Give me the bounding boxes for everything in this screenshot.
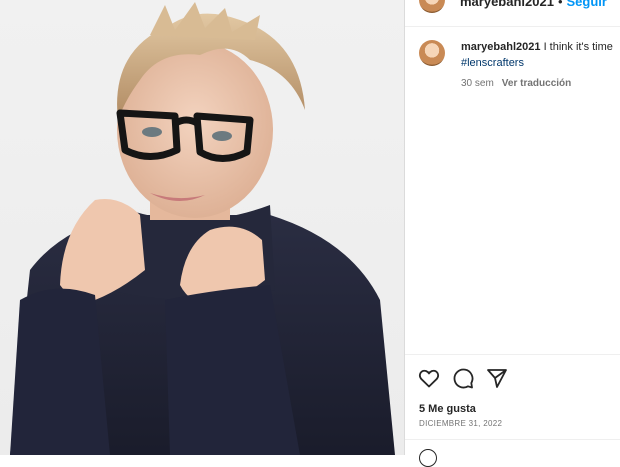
comment-text: I think it's time [543,41,613,53]
heart-icon[interactable] [417,366,441,390]
comment-line: maryebahl2021 I think it's time [461,41,620,53]
post-image[interactable] [0,0,404,455]
comment-age: 30 sem [461,78,494,89]
comment-box-divider [405,439,620,440]
post-date: DICIEMBRE 31, 2022 [419,419,503,428]
author-avatar[interactable] [419,0,445,13]
follow-button[interactable]: Seguir [567,0,607,9]
comment-icon[interactable] [451,366,475,390]
post-side-panel: maryebahl2021 • Seguir maryebahl2021 I thi… [404,0,620,467]
share-icon[interactable] [485,366,509,390]
likes-count[interactable]: 5 Me gusta [419,403,476,415]
post-header: maryebahl2021 • Seguir [405,0,620,27]
actions-divider [405,354,620,355]
hashtag-link[interactable]: #lenscrafters [461,57,524,69]
portrait-illustration [10,2,395,455]
author-username[interactable]: maryebahl2021 [460,0,554,9]
separator-dot: • [557,0,563,9]
translate-link[interactable]: Ver traducción [502,78,571,89]
comment-username[interactable]: maryebahl2021 [461,41,541,53]
emoji-icon[interactable] [419,449,437,467]
comment-meta: 30 sem Ver traducción [461,78,571,89]
header-user-line: maryebahl2021 • Seguir [460,0,607,9]
comment-avatar[interactable] [419,40,445,66]
